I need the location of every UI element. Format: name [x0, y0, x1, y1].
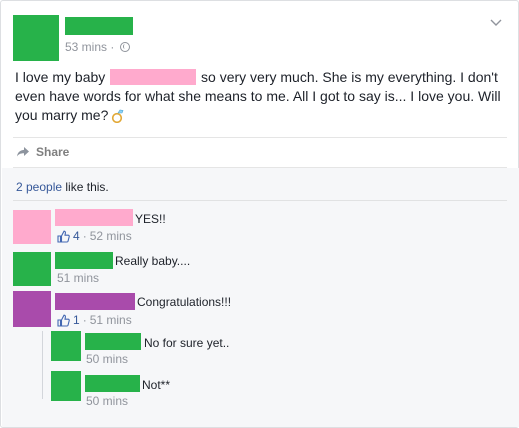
commenter-name-redacted[interactable] — [55, 209, 133, 226]
commenter-avatar[interactable] — [13, 291, 51, 327]
likes-summary: 2 people like this. — [16, 180, 109, 194]
chevron-down-icon[interactable] — [490, 16, 502, 28]
comment-text: YES!! — [135, 212, 166, 226]
commenter-name-redacted[interactable] — [55, 252, 113, 269]
meta-separator: · — [82, 229, 87, 243]
commenter-avatar[interactable] — [13, 210, 51, 244]
share-button[interactable]: Share — [16, 145, 69, 159]
comment-meta: 4 · 52 mins — [57, 229, 132, 243]
replier-name-redacted[interactable] — [85, 375, 140, 392]
comment-like-count[interactable]: 4 — [73, 229, 80, 243]
reply-time[interactable]: 50 mins — [86, 352, 128, 366]
post-time[interactable]: 53 mins — [65, 40, 107, 54]
likes-divider — [13, 200, 507, 201]
post-divider — [13, 137, 507, 138]
time-separator: · — [110, 40, 115, 54]
reply-thread-line — [42, 331, 43, 399]
share-arrow-icon — [17, 147, 29, 157]
reply-time[interactable]: 50 mins — [86, 394, 128, 408]
facebook-post-card: 53 mins · I love my baby so very very mu… — [0, 0, 519, 428]
like-thumb-icon[interactable] — [57, 230, 70, 243]
comment-meta: 1 · 51 mins — [57, 313, 132, 327]
commenter-avatar[interactable] — [13, 252, 51, 286]
reply-meta: 50 mins — [86, 394, 128, 408]
share-label: Share — [36, 145, 70, 159]
tagged-name-redacted[interactable] — [110, 69, 197, 85]
reply-text: Not** — [142, 378, 171, 392]
comment-text: Congratulations!!! — [137, 295, 232, 309]
poster-avatar[interactable] — [13, 15, 59, 61]
comment-time[interactable]: 51 mins — [57, 271, 99, 285]
comment-text: Really baby.... — [115, 254, 191, 268]
meta-separator: · — [82, 313, 87, 327]
comment-time[interactable]: 52 mins — [90, 229, 132, 243]
comment-meta: 51 mins — [57, 271, 99, 285]
post-text-line1-a: I love my baby — [15, 69, 106, 85]
like-thumb-icon[interactable] — [57, 314, 70, 327]
replier-name-redacted[interactable] — [85, 333, 141, 350]
reply-meta: 50 mins — [86, 352, 128, 366]
post-text-line1-b: so very very much. She is my everything.… — [201, 69, 498, 85]
reply-text: No for sure yet.. — [144, 336, 230, 350]
post-text-line2: even have words for what she means to me… — [15, 88, 475, 104]
comment-time[interactable]: 51 mins — [90, 313, 132, 327]
likes-count-link[interactable]: 2 people — [16, 180, 62, 194]
poster-name-redacted[interactable] — [65, 17, 133, 35]
likes-top-divider — [13, 167, 507, 168]
likes-suffix: like this. — [65, 180, 109, 194]
post-timestamp[interactable]: 53 mins · — [65, 40, 130, 54]
reply-avatar[interactable] — [51, 331, 81, 361]
commenter-name-redacted[interactable] — [55, 293, 135, 310]
post-body: I love my baby so very very much. She is… — [15, 68, 505, 125]
comment-like-count[interactable]: 1 — [73, 313, 80, 327]
ring-emoji-icon — [112, 109, 124, 123]
globe-icon — [119, 42, 130, 52]
reply-avatar[interactable] — [51, 371, 81, 401]
